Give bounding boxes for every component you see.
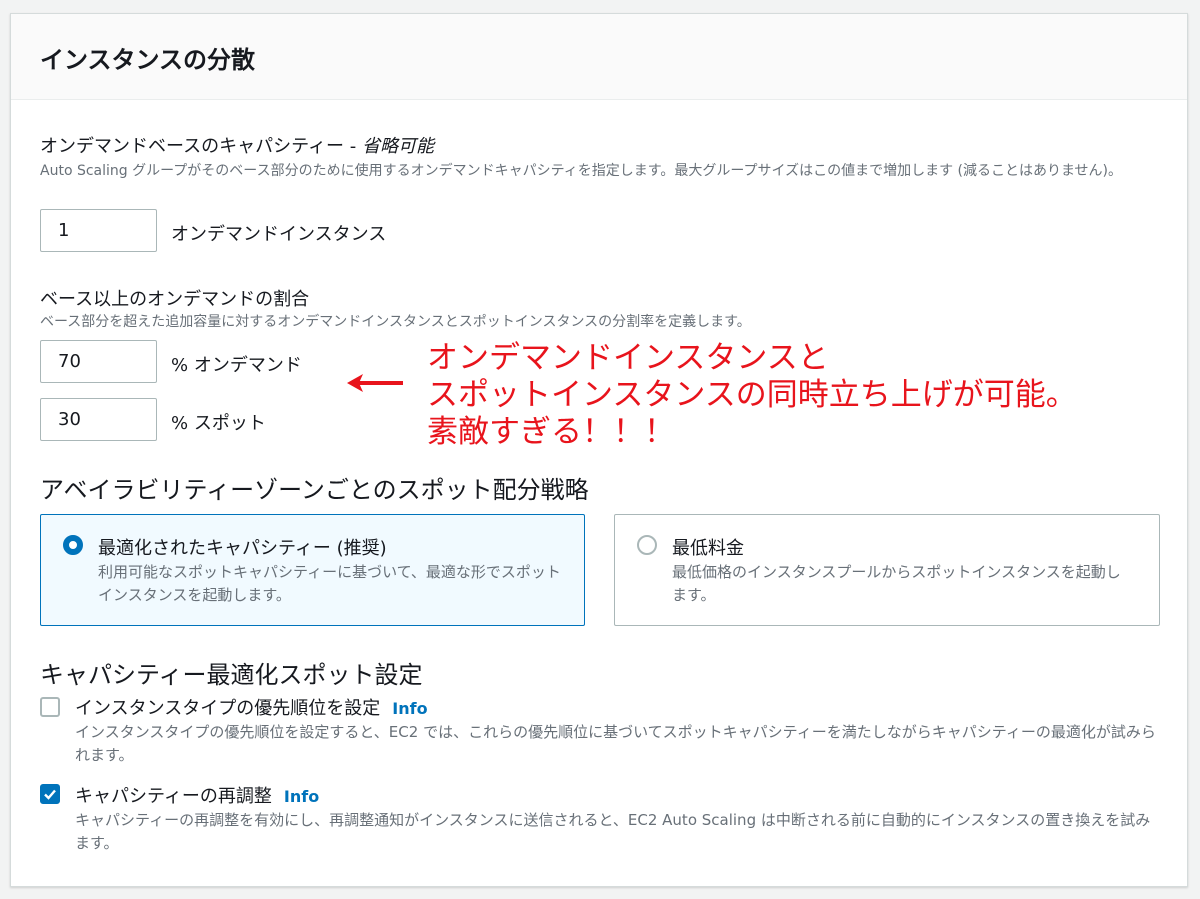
on-demand-base-unit: オンデマンドインスタンス: [171, 224, 387, 245]
spot-percent-unit: % スポット: [171, 413, 266, 434]
panel-title: インスタンスの分散: [40, 46, 256, 74]
capacity-rebalance-checkbox[interactable]: [40, 784, 60, 804]
capacity-settings-heading: キャパシティー最適化スポット設定: [40, 661, 423, 689]
spot-percent-input[interactable]: 30: [40, 398, 157, 441]
on-demand-percentage-label: ベース以上のオンデマンドの割合: [40, 289, 310, 310]
annotation-line: オンデマンドインスタンスと: [427, 340, 829, 376]
instance-type-priority-label-text: インスタンスタイプの優先順位を設定: [75, 698, 381, 719]
strategy-tile-description: 最低価格のインスタンスプールからスポットインスタンスを起動します。: [672, 563, 1121, 604]
capacity-rebalance-label: キャパシティーの再調整 Info: [75, 782, 319, 808]
info-link[interactable]: Info: [284, 787, 319, 806]
info-link[interactable]: Info: [392, 699, 427, 718]
instance-distribution-panel: インスタンスの分散 オンデマンドベースのキャパシティー - 省略可能 Auto …: [10, 13, 1188, 887]
instance-type-priority-description: インスタンスタイプの優先順位を設定すると、EC2 では、これらの優先順位に基づい…: [75, 723, 1156, 764]
strategy-tile-title: 最適化されたキャパシティー (推奨): [98, 538, 387, 559]
panel-header: インスタンスの分散: [11, 14, 1187, 100]
optional-label: 省略可能: [361, 136, 434, 157]
strategy-tile-capacity-optimized[interactable]: 最適化されたキャパシティー (推奨) 利用可能なスポットキャパシティーに基づいて…: [40, 514, 585, 626]
lowest-price-radio[interactable]: [637, 535, 657, 555]
on-demand-base-label: オンデマンドベースのキャパシティー - 省略可能: [40, 132, 434, 158]
instance-type-priority-label: インスタンスタイプの優先順位を設定 Info: [75, 694, 428, 720]
on-demand-percent-unit: % オンデマンド: [171, 355, 302, 376]
on-demand-base-label-text: オンデマンドベースのキャパシティー -: [40, 136, 362, 157]
annotation-line: 素敵すぎる！！！: [427, 414, 675, 450]
on-demand-base-description: Auto Scaling グループがそのベース部分のために使用するオンデマンドキ…: [40, 163, 1123, 179]
annotation-line: スポットインスタンスの同時立ち上げが可能。: [427, 377, 1077, 413]
check-icon: [44, 789, 56, 800]
capacity-rebalance-description: キャパシティーの再調整を有効にし、再調整通知がインスタンスに送信されると、EC2…: [75, 811, 1151, 852]
strategy-tile-lowest-price[interactable]: 最低料金 最低価格のインスタンスプールからスポットインスタンスを起動します。: [614, 514, 1160, 626]
on-demand-percent-input[interactable]: 70: [40, 340, 157, 383]
on-demand-percentage-description: ベース部分を超えた追加容量に対するオンデマンドインスタンスとスポットインスタンス…: [40, 314, 751, 330]
capacity-rebalance-label-text: キャパシティーの再調整: [75, 786, 272, 807]
annotation-callout: オンデマンドインスタンスと スポットインスタンスの同時立ち上げが可能。 素敵すぎ…: [427, 340, 1077, 451]
annotation-arrow-icon: [347, 374, 403, 392]
on-demand-base-input[interactable]: 1: [40, 209, 157, 252]
instance-type-priority-checkbox[interactable]: [40, 697, 60, 717]
strategy-tile-title: 最低料金: [672, 538, 744, 559]
strategy-tile-description: 利用可能なスポットキャパシティーに基づいて、最適な形でスポットインスタンスを起動…: [98, 563, 561, 604]
capacity-optimized-radio[interactable]: [63, 535, 83, 555]
allocation-strategy-heading: アベイラビリティーゾーンごとのスポット配分戦略: [40, 476, 589, 504]
